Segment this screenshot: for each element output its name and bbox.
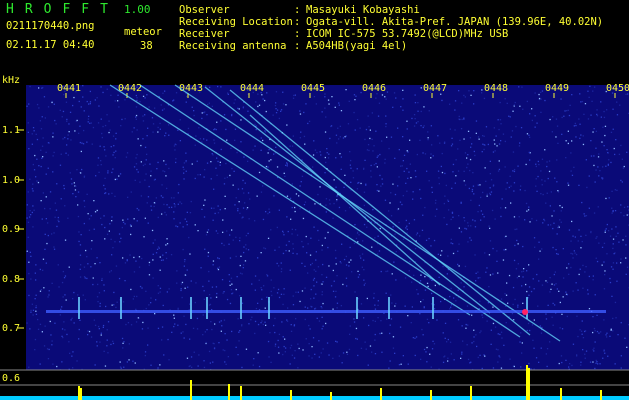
- histogram-bar: [78, 386, 80, 400]
- info-value: A504HB(yagi 4el): [306, 40, 408, 52]
- info-row-antenna: Receiving antenna: A504HB(yagi 4el): [179, 40, 408, 52]
- info-value: Masayuki Kobayashi: [306, 4, 420, 16]
- header: HROFFT 1.00 0211170440.png 02.11.17 04:4…: [0, 0, 629, 75]
- info-key: Receiver: [179, 28, 230, 40]
- time-label: 0449: [545, 83, 569, 94]
- freq-label: 1.1: [2, 125, 21, 136]
- meteor-ping: [388, 297, 390, 319]
- histogram-bar: [190, 380, 192, 400]
- time-label: 0447: [423, 83, 447, 94]
- info-value: Ogata-vill. Akita-Pref. JAPAN (139.96E, …: [306, 16, 604, 28]
- meteor-ping: [206, 297, 208, 319]
- histogram-bar: [560, 388, 562, 400]
- info-key: Receiving Location: [179, 16, 293, 28]
- histogram-bar: [430, 390, 432, 400]
- meteor-ping: [190, 297, 192, 319]
- freq-label: 0.6: [2, 373, 21, 384]
- meteor-ping: [432, 297, 434, 319]
- datetime: 02.11.17 04:40: [6, 39, 95, 51]
- time-label: 0450: [606, 83, 629, 94]
- time-label: 0444: [240, 83, 264, 94]
- histogram-bar: [330, 392, 332, 400]
- histogram-bar: [528, 368, 530, 400]
- meteor-ping: [356, 297, 358, 319]
- histogram-bar: [240, 386, 242, 400]
- strong-echo: [522, 309, 528, 315]
- time-label: 0448: [484, 83, 508, 94]
- time-label: 0441: [57, 83, 81, 94]
- info-row-observer: Observer: Masayuki Kobayashi: [179, 4, 420, 16]
- frequency-unit-label: kHz: [2, 75, 21, 86]
- info-key: Observer: [179, 4, 230, 16]
- histogram-bar: [80, 388, 82, 400]
- time-label: 0446: [362, 83, 386, 94]
- carrier-band: [46, 310, 606, 313]
- meteor-ping: [268, 297, 270, 319]
- info-value: ICOM IC-575 53.7492(@LCD)MHz USB: [306, 28, 509, 40]
- histogram-bar: [600, 390, 602, 400]
- app-title: HROFFT: [6, 2, 119, 17]
- app-version: 1.00: [124, 3, 151, 16]
- station-info: Observer: Masayuki Kobayashi Receiving L…: [179, 4, 603, 52]
- meteor-ping: [120, 297, 122, 319]
- freq-label: 0.7: [2, 323, 21, 334]
- histogram-bar: [526, 365, 528, 400]
- meteor-count: 38: [140, 40, 153, 52]
- histogram-baseline: [0, 396, 629, 400]
- info-row-location: Receiving Location: Ogata-vill. Akita-Pr…: [179, 16, 604, 28]
- meteor-ping: [78, 297, 80, 319]
- meteor-ping: [526, 297, 528, 319]
- filename: 0211170440.png: [6, 20, 95, 32]
- freq-label: 0.9: [2, 224, 21, 235]
- meteor-ping: [240, 297, 242, 319]
- histogram-bar: [228, 384, 230, 400]
- info-key: Receiving antenna: [179, 40, 287, 52]
- histogram-bar: [380, 388, 382, 400]
- freq-label: 0.8: [2, 274, 21, 285]
- freq-label: 1.0: [2, 175, 21, 186]
- histogram-bar: [470, 386, 472, 400]
- info-row-receiver: Receiver: ICOM IC-575 53.7492(@LCD)MHz U…: [179, 28, 509, 40]
- time-label: 0445: [301, 83, 325, 94]
- spectrogram: 0441 0442 0443 0444 0445 0446 0447 0448 0449 0450: [0, 83, 629, 400]
- waterfall-plot: 0441 0442 0443 0444 0445 0446 0447 0448 0449 0450…: [0, 75, 629, 400]
- histogram-bar: [290, 390, 292, 400]
- meteor-label: meteor: [124, 26, 162, 38]
- time-label: 0443: [179, 83, 203, 94]
